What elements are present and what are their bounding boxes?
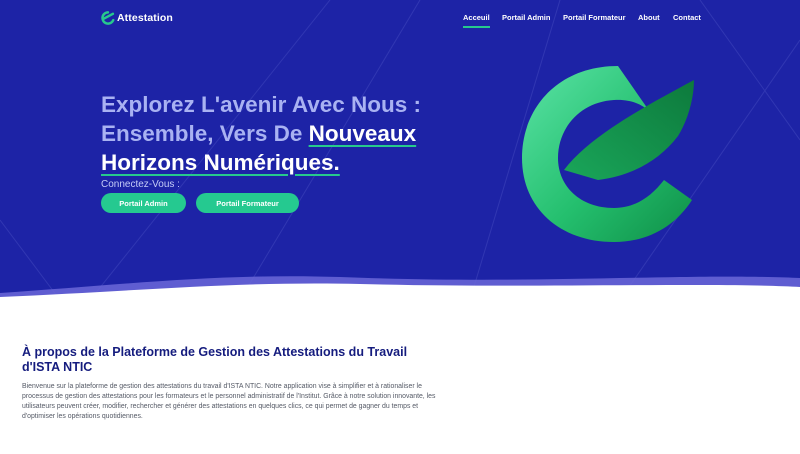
large-e-logo-icon: [522, 66, 694, 242]
navbar: Attestation Acceuil Portail Admin Portai…: [0, 0, 800, 36]
nav-link-portail-admin[interactable]: Portail Admin: [502, 13, 550, 22]
connect-label: Connectez-Vous :: [101, 179, 180, 190]
nav-link-acceuil[interactable]: Acceuil: [463, 13, 490, 28]
portail-admin-button[interactable]: Portail Admin: [101, 193, 186, 213]
portail-formateur-button[interactable]: Portail Formateur: [196, 193, 299, 213]
main-nav: Acceuil Portail Admin Portail Formateur …: [0, 13, 800, 29]
hero-wave: [0, 276, 800, 300]
page: Attestation Acceuil Portail Admin Portai…: [0, 0, 800, 454]
hero-title-highlight-1: Nouveaux: [308, 121, 417, 146]
hero-title-highlight-2: Horizons Numériques.: [101, 150, 340, 175]
nav-link-contact[interactable]: Contact: [673, 13, 701, 22]
nav-link-about[interactable]: About: [638, 13, 660, 22]
about-title: À propos de la Plateforme de Gestion des…: [22, 345, 408, 374]
hero-section: Attestation Acceuil Portail Admin Portai…: [0, 0, 800, 300]
hero-title: Explorez L'avenir Avec Nous : Ensemble, …: [101, 90, 481, 177]
about-description: Bienvenue sur la plateforme de gestion d…: [22, 383, 436, 420]
nav-link-portail-formateur[interactable]: Portail Formateur: [563, 13, 626, 22]
